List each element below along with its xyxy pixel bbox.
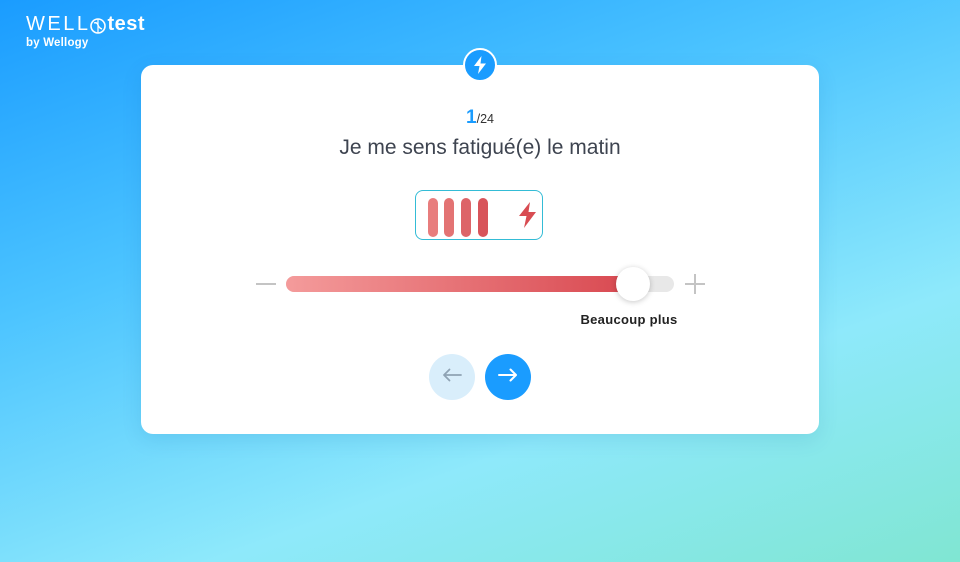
intensity-slider[interactable]: [286, 267, 674, 301]
slider-thumb[interactable]: [616, 267, 651, 301]
slider-value-label: Beaucoup plus: [580, 312, 678, 327]
lightning-bolt-icon: [463, 48, 497, 82]
question-counter: 1/24: [141, 107, 819, 129]
battery-bar: [444, 198, 454, 237]
battery-bar: [478, 198, 488, 237]
arrow-left-icon: [442, 368, 462, 387]
battery-bar: [428, 198, 438, 237]
energy-battery-indicator: [415, 190, 543, 240]
app-logo: WELL test by Wellogy: [26, 12, 145, 49]
question-current-number: 1: [466, 107, 477, 128]
arrow-right-icon: [498, 368, 518, 387]
battery-bar: [461, 198, 471, 237]
previous-button[interactable]: [429, 354, 475, 400]
logo-subtitle: by Wellogy: [26, 37, 89, 49]
question-total: /24: [476, 112, 494, 126]
globe-icon: [90, 16, 107, 34]
logo-wordmark: WELL test: [26, 12, 145, 36]
next-button[interactable]: [485, 354, 531, 400]
decrease-button[interactable]: [255, 273, 277, 295]
slider-fill: [286, 276, 640, 292]
logo-brand-text: WELL: [26, 13, 91, 35]
increase-button[interactable]: [684, 273, 706, 295]
battery-bolt-icon: [518, 202, 537, 233]
logo-test-text: test: [107, 13, 146, 35]
question-card: 1/24 Je me sens fatigué(e) le matin Beau…: [141, 65, 819, 434]
question-text: Je me sens fatigué(e) le matin: [339, 136, 621, 159]
